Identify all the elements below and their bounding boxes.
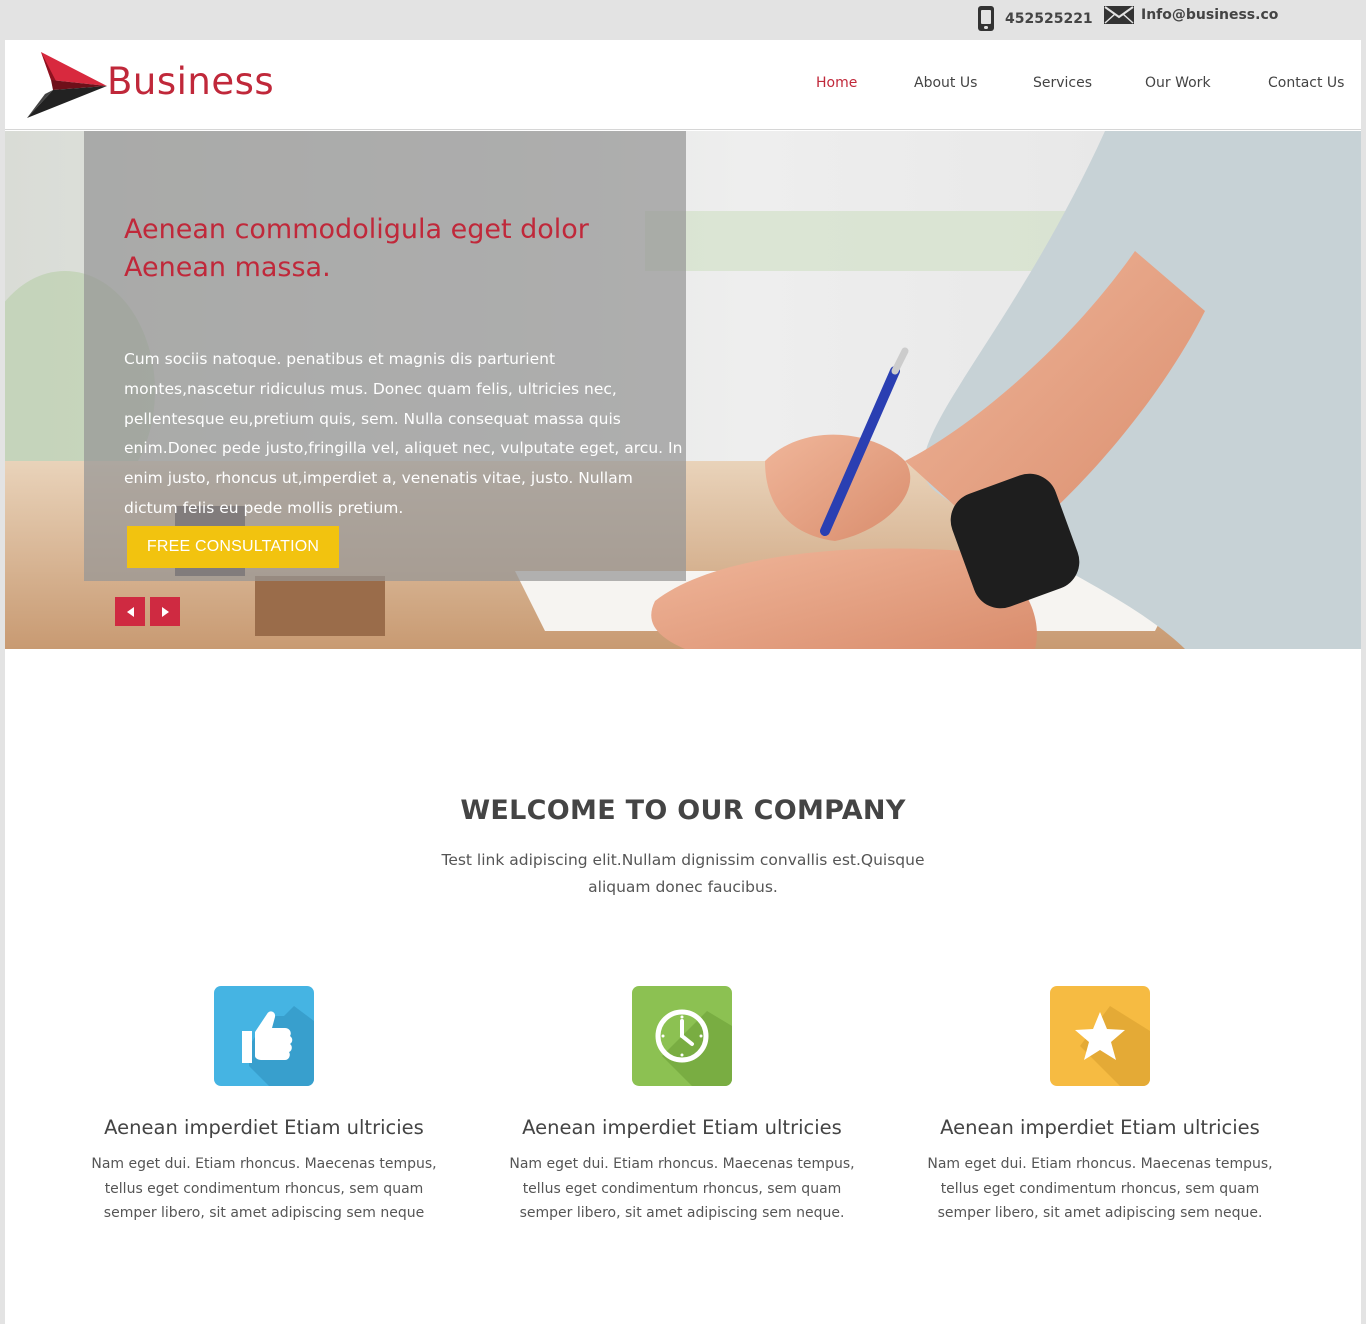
feature-title: Aenean imperdiet Etiam ultricies [940, 1116, 1260, 1139]
feature-title: Aenean imperdiet Etiam ultricies [522, 1116, 842, 1139]
nav-contact-us[interactable]: Contact Us [1268, 75, 1344, 91]
nav-services[interactable]: Services [1033, 75, 1092, 91]
page-container: Business Home About Us Services Our Work… [5, 40, 1361, 1324]
arrow-right-icon [161, 606, 169, 617]
nav-about-us[interactable]: About Us [914, 75, 977, 91]
hero-title: Aenean commodoligula eget dolor Aenean m… [124, 214, 589, 283]
site-header: Business Home About Us Services Our Work… [5, 40, 1361, 130]
hero-slider: Aenean commodoligula eget dolor Aenean m… [5, 131, 1361, 649]
feature-title: Aenean imperdiet Etiam ultricies [104, 1116, 424, 1139]
nav-our-work[interactable]: Our Work [1145, 75, 1211, 91]
free-consultation-button[interactable]: FREE CONSULTATION [127, 526, 339, 568]
star-icon [1050, 986, 1150, 1086]
envelope-icon [1104, 6, 1134, 24]
hero-body-text: Cum sociis natoque. penatibus et magnis … [124, 350, 683, 517]
thumbs-up-icon [214, 986, 314, 1086]
email-address[interactable]: Info@business.co [1141, 7, 1278, 23]
mobile-phone-icon [978, 6, 994, 31]
welcome-text: Test link adipiscing elit.Nullam digniss… [441, 851, 925, 896]
contact-phone: 452525221 [978, 6, 1093, 31]
arrow-left-icon [126, 606, 134, 617]
feature-text: Nam eget dui. Etiam rhoncus. Maecenas te… [91, 1156, 437, 1221]
hero-caption-panel: Aenean commodoligula eget dolor Aenean m… [84, 131, 686, 581]
contact-email[interactable]: Info@business.co [1104, 6, 1278, 24]
clock-icon [632, 986, 732, 1086]
top-contact-bar: 452525221 Info@business.co [0, 0, 1366, 40]
welcome-title: WELCOME TO OUR COMPANY [460, 795, 906, 826]
nav-home[interactable]: Home [816, 75, 857, 91]
phone-number: 452525221 [1005, 10, 1093, 27]
main-nav: Home About Us Services Our Work Contact … [5, 75, 1361, 97]
feature-text: Nam eget dui. Etiam rhoncus. Maecenas te… [509, 1156, 855, 1221]
slider-prev-button[interactable] [115, 597, 145, 626]
slider-next-button[interactable] [150, 597, 180, 626]
feature-text: Nam eget dui. Etiam rhoncus. Maecenas te… [927, 1156, 1273, 1221]
